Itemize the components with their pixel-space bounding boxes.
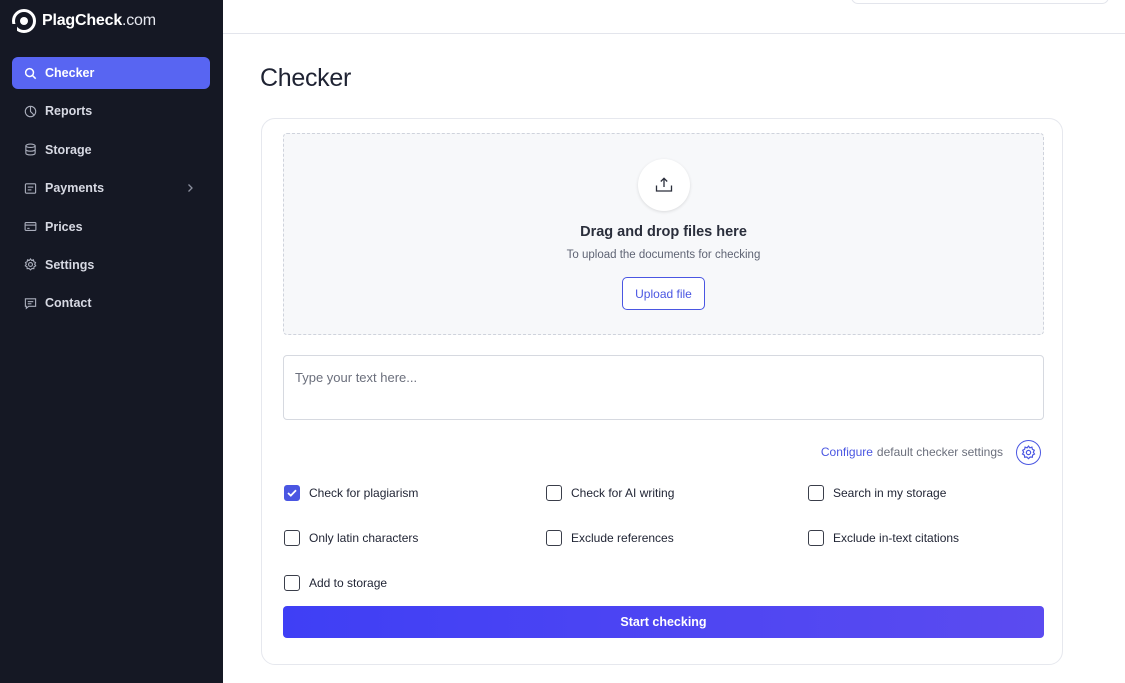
config-text: default checker settings (876, 445, 1003, 459)
sidebar-item-prices[interactable]: Prices (12, 211, 210, 243)
option-exclude-citations[interactable]: Exclude in-text citations (808, 530, 959, 546)
logo-text: PlagCheck.com (42, 12, 156, 29)
option-only-latin[interactable]: Only latin characters (284, 530, 418, 546)
sidebar-item-settings[interactable]: Settings (12, 249, 210, 281)
checker-settings-row: Configure default checker settings (821, 439, 1041, 465)
checkbox[interactable] (546, 485, 562, 501)
dropzone-title: Drag and drop files here (580, 224, 747, 240)
page-title: Checker (260, 64, 351, 92)
checkbox[interactable] (284, 575, 300, 591)
top-bar-pill[interactable] (851, 0, 1109, 4)
sidebar-item-checker[interactable]: Checker (12, 57, 210, 89)
checker-card: Drag and drop files here To upload the d… (261, 118, 1063, 665)
upload-icon (638, 159, 690, 211)
option-label: Search in my storage (833, 486, 947, 500)
checkbox[interactable] (546, 530, 562, 546)
option-check-plagiarism[interactable]: Check for plagiarism (284, 485, 418, 501)
pie-chart-icon (24, 105, 37, 118)
option-check-ai-writing[interactable]: Check for AI writing (546, 485, 674, 501)
option-label: Only latin characters (309, 531, 419, 545)
file-dropzone[interactable]: Drag and drop files here To upload the d… (283, 133, 1044, 335)
option-label: Add to storage (309, 576, 388, 590)
checkbox[interactable] (808, 485, 824, 501)
checkbox[interactable] (808, 530, 824, 546)
sidebar-item-label: Settings (45, 257, 95, 272)
gear-icon (1021, 444, 1036, 460)
dropzone-subtitle: To upload the documents for checking (566, 249, 761, 261)
sidebar-item-reports[interactable]: Reports (12, 95, 210, 127)
upload-file-button[interactable]: Upload file (622, 277, 705, 310)
search-icon (24, 67, 37, 80)
option-label: Exclude in-text citations (833, 531, 960, 545)
checkmark-icon (287, 489, 297, 497)
option-label: Exclude references (571, 531, 674, 545)
database-icon (24, 143, 37, 156)
top-bar (223, 0, 1125, 34)
message-icon (24, 297, 37, 310)
checkbox-checked[interactable] (284, 485, 300, 501)
settings-gear-button[interactable] (1016, 439, 1041, 465)
option-exclude-references[interactable]: Exclude references (546, 530, 674, 546)
sidebar-item-label: Payments (45, 181, 105, 196)
checkbox[interactable] (284, 530, 300, 546)
sidebar: PlagCheck.com Checker Reports Storage Pa… (0, 0, 223, 683)
sidebar-item-label: Reports (45, 104, 93, 119)
option-search-storage[interactable]: Search in my storage (808, 485, 946, 501)
gear-icon (24, 258, 37, 272)
receipt-icon (24, 182, 37, 195)
logo-icon (11, 9, 36, 34)
sidebar-item-label: Checker (45, 66, 95, 80)
chevron-right-icon (188, 184, 193, 193)
sidebar-item-storage[interactable]: Storage (12, 134, 210, 166)
sidebar-nav: Checker Reports Storage Payments Prices … (12, 57, 210, 326)
sidebar-item-label: Contact (45, 296, 92, 311)
text-input[interactable] (283, 355, 1044, 420)
card-icon (24, 220, 37, 233)
sidebar-item-label: Storage (45, 142, 92, 157)
start-checking-button[interactable]: Start checking (283, 606, 1044, 638)
logo[interactable]: PlagCheck.com (11, 8, 156, 34)
option-label: Check for AI writing (571, 486, 675, 500)
sidebar-item-payments[interactable]: Payments (12, 172, 210, 204)
configure-link[interactable]: Configure (821, 445, 873, 459)
option-label: Check for plagiarism (309, 486, 419, 500)
sidebar-item-contact[interactable]: Contact (12, 287, 210, 319)
sidebar-item-label: Prices (45, 219, 83, 234)
option-add-storage[interactable]: Add to storage (284, 575, 387, 591)
